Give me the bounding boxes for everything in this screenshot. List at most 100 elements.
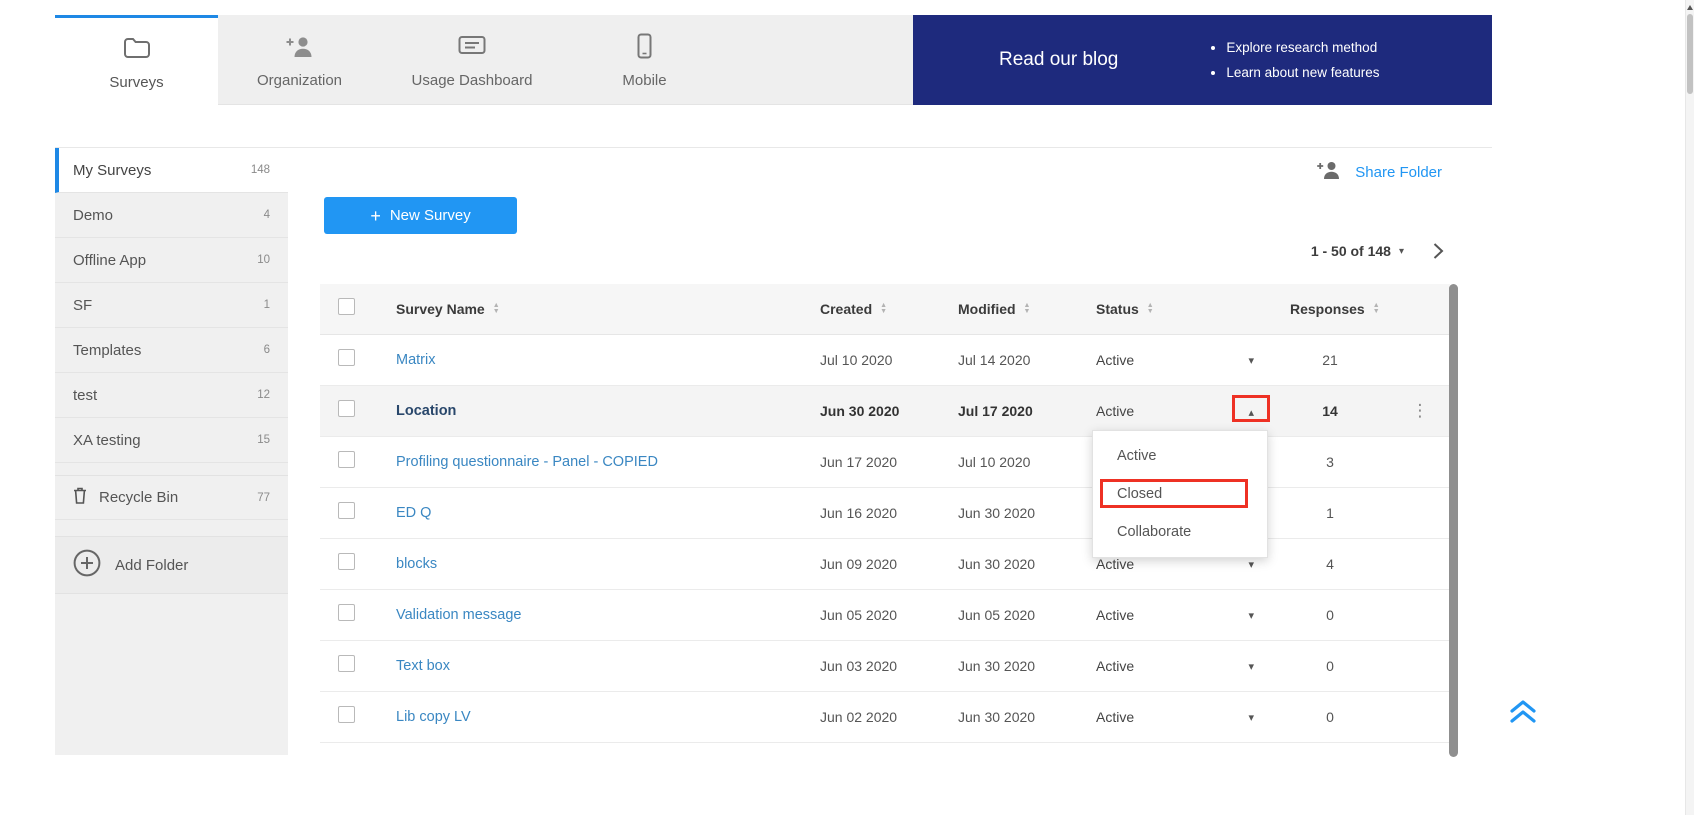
header-modified: Modified — [958, 301, 1016, 317]
folder-label: SF — [73, 297, 92, 314]
tab-mobile[interactable]: Mobile — [563, 15, 726, 105]
select-all-checkbox[interactable] — [338, 298, 355, 315]
table-row: blocks Jun 09 2020 Jun 30 2020 Active▾ 4 — [320, 539, 1450, 590]
created-cell: Jun 05 2020 — [804, 607, 942, 623]
row-checkbox[interactable] — [338, 451, 355, 468]
modified-cell: Jul 14 2020 — [942, 352, 1080, 368]
pagination-dropdown[interactable]: 1 - 50 of 148 ▾ — [1311, 243, 1404, 259]
sidebar-item-xa-testing[interactable]: XA testing 15 — [55, 418, 288, 463]
responses-cell: 1 — [1270, 505, 1390, 521]
add-folder-button[interactable]: Add Folder — [55, 536, 288, 594]
modified-cell: Jul 10 2020 — [942, 454, 1080, 470]
folder-icon — [124, 33, 150, 63]
created-cell: Jun 30 2020 — [804, 403, 942, 419]
tab-label: Usage Dashboard — [412, 72, 533, 89]
responses-cell: 0 — [1270, 709, 1390, 725]
status-option-active[interactable]: Active — [1093, 437, 1267, 475]
sort-icon[interactable] — [493, 303, 500, 315]
survey-name-link[interactable]: ED Q — [396, 505, 431, 521]
sort-icon[interactable] — [1373, 303, 1380, 315]
survey-name-link[interactable]: Profiling questionnaire - Panel - COPIED — [396, 454, 658, 470]
row-checkbox[interactable] — [338, 604, 355, 621]
status-caret-icon[interactable]: ▾ — [1248, 660, 1254, 673]
annotation-box-closed — [1100, 479, 1248, 508]
tab-label: Organization — [257, 72, 342, 89]
row-menu-kebab-icon[interactable]: ⋮ — [1412, 401, 1429, 420]
sidebar-item-my-surveys[interactable]: My Surveys 148 — [55, 148, 288, 193]
next-page-button[interactable] — [1432, 242, 1444, 260]
sort-icon[interactable] — [1147, 303, 1154, 315]
status-caret-icon[interactable]: ▾ — [1248, 558, 1254, 571]
survey-name-link[interactable]: Lib copy LV — [396, 709, 471, 725]
tab-organization[interactable]: Organization — [218, 15, 381, 105]
share-folder-button[interactable]: Share Folder — [1316, 160, 1442, 184]
folder-count: 10 — [257, 254, 270, 266]
scrollbar-thumb[interactable] — [1687, 14, 1693, 94]
folder-label: Offline App — [73, 252, 146, 269]
banner-bullet: Learn about new features — [1226, 60, 1379, 85]
header-created: Created — [820, 301, 872, 317]
status-caret-icon[interactable]: ▾ — [1248, 609, 1254, 622]
folder-count: 4 — [264, 209, 270, 221]
responses-cell: 3 — [1270, 454, 1390, 470]
folder-count: 148 — [251, 164, 270, 176]
folder-label: XA testing — [73, 432, 141, 449]
row-checkbox[interactable] — [338, 502, 355, 519]
add-folder-label: Add Folder — [115, 557, 188, 574]
sidebar-item-recycle-bin[interactable]: Recycle Bin 77 — [55, 475, 288, 520]
responses-cell: 14 — [1270, 403, 1390, 419]
folder-count: 77 — [257, 492, 270, 504]
status-caret-icon[interactable]: ▾ — [1248, 711, 1254, 724]
survey-name-link[interactable]: blocks — [396, 556, 437, 572]
blog-banner-link[interactable]: Read our blog — [999, 49, 1118, 71]
created-cell: Jun 09 2020 — [804, 556, 942, 572]
status-option-collaborate[interactable]: Collaborate — [1093, 513, 1267, 551]
row-checkbox[interactable] — [338, 553, 355, 570]
modified-cell: Jun 30 2020 — [942, 505, 1080, 521]
sidebar-item-templates[interactable]: Templates 6 — [55, 328, 288, 373]
tab-usage-dashboard[interactable]: Usage Dashboard — [381, 15, 563, 105]
created-cell: Jun 03 2020 — [804, 658, 942, 674]
created-cell: Jun 17 2020 — [804, 454, 942, 470]
table-scrollbar[interactable] — [1449, 284, 1458, 757]
status-option-closed[interactable]: Closed — [1093, 475, 1267, 513]
page-scrollbar[interactable] — [1685, 0, 1694, 815]
row-checkbox[interactable] — [338, 349, 355, 366]
sidebar-item-test[interactable]: test 12 — [55, 373, 288, 418]
trash-icon — [73, 487, 87, 508]
modified-cell: Jun 30 2020 — [942, 709, 1080, 725]
table-row: Text box Jun 03 2020 Jun 30 2020 Active▾… — [320, 641, 1450, 692]
survey-name-link[interactable]: Matrix — [396, 352, 435, 368]
sort-icon[interactable] — [880, 303, 887, 315]
folder-label: Demo — [73, 207, 113, 224]
status-label: Active — [1096, 352, 1134, 368]
sidebar-item-sf[interactable]: SF 1 — [55, 283, 288, 328]
modified-cell: Jun 30 2020 — [942, 658, 1080, 674]
folder-label: Templates — [73, 342, 141, 359]
new-survey-button[interactable]: + New Survey — [324, 197, 517, 234]
row-checkbox[interactable] — [338, 706, 355, 723]
row-checkbox[interactable] — [338, 400, 355, 417]
surveys-table: Survey Name Created Modified Status Resp… — [320, 284, 1450, 743]
header-survey-name: Survey Name — [396, 301, 485, 317]
scrollbar-up-arrow-icon[interactable] — [1687, 5, 1693, 10]
survey-name-link[interactable]: Text box — [396, 658, 450, 674]
survey-name-link[interactable]: Location — [396, 403, 456, 419]
folder-count: 1 — [264, 299, 270, 311]
sidebar-item-offline-app[interactable]: Offline App 10 — [55, 238, 288, 283]
row-checkbox[interactable] — [338, 655, 355, 672]
scroll-to-top-button[interactable] — [1506, 696, 1540, 731]
plus-circle-icon — [73, 549, 101, 581]
modified-cell: Jul 17 2020 — [942, 403, 1080, 419]
folders-sidebar: My Surveys 148 Demo 4 Offline App 10 SF … — [55, 147, 288, 755]
folder-label: test — [73, 387, 97, 404]
folder-count: 6 — [264, 344, 270, 356]
table-row: Matrix Jul 10 2020 Jul 14 2020 Active▾ 2… — [320, 335, 1450, 386]
survey-name-link[interactable]: Validation message — [396, 607, 521, 623]
sidebar-item-demo[interactable]: Demo 4 — [55, 193, 288, 238]
tab-surveys[interactable]: Surveys — [55, 15, 218, 105]
folder-count: 15 — [257, 434, 270, 446]
sort-icon[interactable] — [1024, 303, 1031, 315]
header-status: Status — [1096, 301, 1139, 317]
status-caret-icon[interactable]: ▾ — [1248, 354, 1254, 367]
